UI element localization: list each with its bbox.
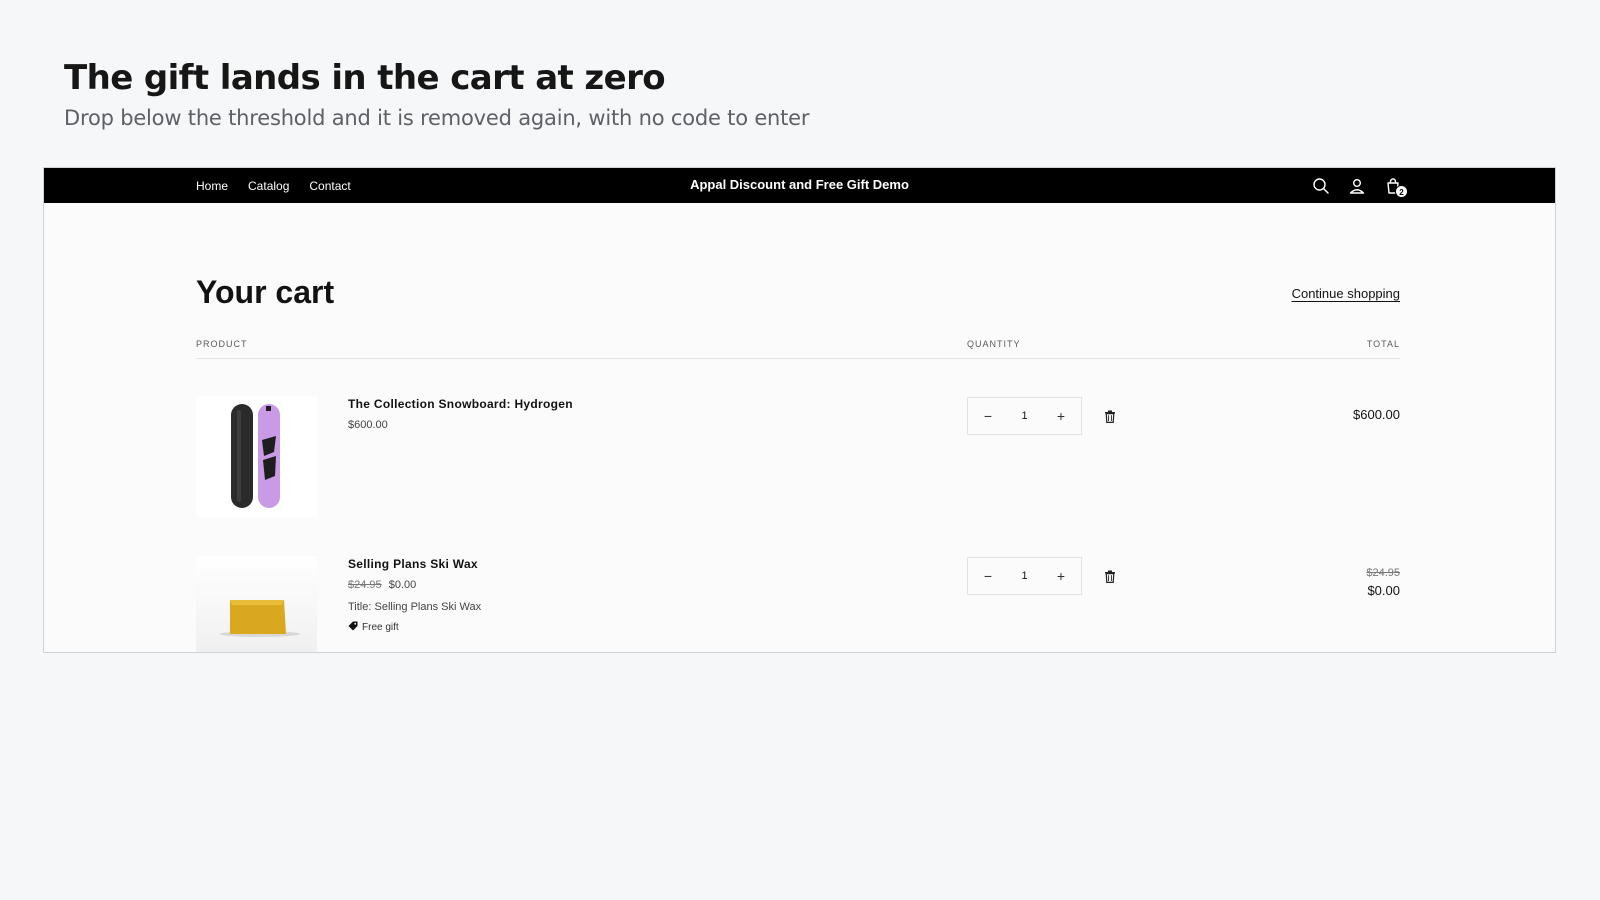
column-header-quantity: QUANTITY [967,339,1021,349]
cart-count-badge: 2 [1395,184,1408,198]
header-icons: 2 [1311,168,1408,203]
free-gift-badge: Free gift [348,621,481,634]
store-window: Home Catalog Contact Appal Discount and … [43,167,1556,653]
account-icon[interactable] [1347,176,1367,196]
product-attribute: Title: Selling Plans Ski Wax [348,601,482,613]
original-line-total: $24.95 [1366,567,1400,579]
quantity-value[interactable]: 1 [1021,570,1027,582]
column-header-product: PRODUCT [196,339,248,349]
continue-shopping-link[interactable]: Continue shopping [1292,286,1400,301]
price-value: $600.00 [348,419,388,431]
cart-item: Selling Plans Ski Wax $24.95 $0.00 Title… [196,556,1400,652]
quantity-value[interactable]: 1 [1021,410,1027,422]
promo-title: The gift lands in the cart at zero [64,58,666,98]
product-image-snowboard[interactable] [196,396,317,517]
line-total: $600.00 [1353,407,1400,422]
cart-item: The Collection Snowboard: Hydrogen $600.… [196,396,1400,518]
increase-quantity-button[interactable]: + [1053,408,1069,424]
product-price: $600.00 [348,419,573,431]
product-info: The Collection Snowboard: Hydrogen $600.… [348,397,573,431]
quantity-stepper: − 1 + [967,397,1082,435]
product-name[interactable]: Selling Plans Ski Wax [348,557,481,571]
header-divider [196,358,1400,359]
cart-title: Your cart [196,274,335,310]
line-total-value: $600.00 [1353,407,1400,422]
product-info: Selling Plans Ski Wax $24.95 $0.00 Title… [348,557,481,634]
product-name[interactable]: The Collection Snowboard: Hydrogen [348,397,573,411]
decrease-quantity-button[interactable]: − [980,408,996,424]
original-price: $24.95 [348,579,382,591]
product-image-ski-wax[interactable] [196,556,317,652]
trash-icon[interactable] [1104,570,1116,583]
search-icon[interactable] [1311,176,1331,196]
cart-icon[interactable]: 2 [1383,176,1408,198]
trash-icon[interactable] [1104,410,1116,423]
tag-icon [348,621,358,634]
free-gift-label: Free gift [362,622,399,633]
line-total: $24.95 $0.00 [1366,567,1400,598]
product-price: $24.95 $0.00 [348,579,481,591]
decrease-quantity-button[interactable]: − [980,568,996,584]
store-header: Home Catalog Contact Appal Discount and … [44,168,1555,203]
price-value: $0.00 [388,579,417,591]
quantity-stepper: − 1 + [967,557,1082,595]
column-header-total: TOTAL [1366,339,1400,349]
line-total-value: $0.00 [1367,583,1400,598]
promo-subtitle: Drop below the threshold and it is remov… [64,106,810,130]
increase-quantity-button[interactable]: + [1053,568,1069,584]
